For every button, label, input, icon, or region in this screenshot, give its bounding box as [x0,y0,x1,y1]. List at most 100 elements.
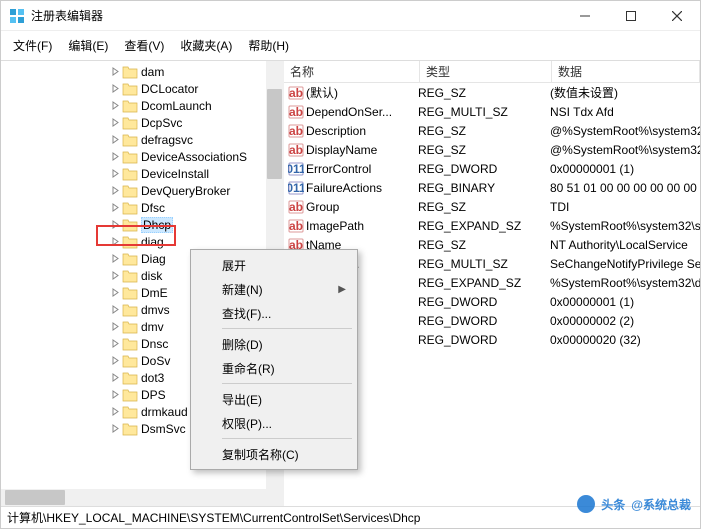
expand-icon[interactable] [109,133,122,146]
binary-icon: 011 [288,161,304,177]
tree-item-dfsc[interactable]: Dfsc [1,199,283,216]
maximize-button[interactable] [608,1,654,31]
expand-icon[interactable] [109,150,122,163]
expand-icon[interactable] [109,337,122,350]
ctx-展开[interactable]: 展开 [194,253,354,277]
ctx-权限p[interactable]: 权限(P)... [194,411,354,435]
value-row[interactable]: 011ErrorControlREG_DWORD0x00000001 (1) [284,159,700,178]
col-type[interactable]: 类型 [420,61,552,82]
tree-item-deviceassociations[interactable]: DeviceAssociationS [1,148,283,165]
value-type: REG_MULTI_SZ [414,257,546,271]
tree-label: DeviceInstall [141,167,209,181]
value-row[interactable]: ab(默认)REG_SZ(数值未设置) [284,83,700,102]
svg-text:ab: ab [289,143,303,157]
value-type: REG_MULTI_SZ [414,105,546,119]
vscroll-thumb[interactable] [267,89,282,179]
value-type: REG_DWORD [414,295,546,309]
folder-icon [122,388,138,402]
ctx-查找f[interactable]: 查找(F)... [194,301,354,325]
col-name[interactable]: 名称 [284,61,420,82]
expand-icon[interactable] [109,167,122,180]
folder-icon [122,133,138,147]
tree-hscroll[interactable] [1,489,283,506]
ctx-导出e[interactable]: 导出(E) [194,387,354,411]
tree-label: DPS [141,388,166,402]
expand-icon[interactable] [109,218,122,231]
expand-icon[interactable] [109,252,122,265]
tree-item-dhcp[interactable]: Dhcp [1,216,283,233]
value-row[interactable]: abDescriptionREG_SZ@%SystemRoot%\system3… [284,121,700,140]
tree-label: dmv [141,320,164,334]
expand-icon[interactable] [109,320,122,333]
expand-icon[interactable] [109,371,122,384]
menu-item[interactable]: 文件(F) [5,33,60,58]
expand-icon[interactable] [109,388,122,401]
tree-label: Dfsc [141,201,165,215]
expand-icon[interactable] [109,286,122,299]
menu-item[interactable]: 查看(V) [116,33,172,58]
tree-item-dclocator[interactable]: DCLocator [1,80,283,97]
expand-icon[interactable] [109,269,122,282]
tree-item-dcomlaunch[interactable]: DcomLaunch [1,97,283,114]
string-icon: ab [288,85,304,101]
binary-icon: 011 [288,180,304,196]
value-data: SeChangeNotifyPrivilege SeCre [546,257,700,271]
titlebar: 注册表编辑器 [1,1,700,31]
tree-item-defragsvc[interactable]: defragsvc [1,131,283,148]
minimize-button[interactable] [562,1,608,31]
folder-icon [122,99,138,113]
value-data: 0x00000002 (2) [546,314,700,328]
folder-icon [122,269,138,283]
close-button[interactable] [654,1,700,31]
value-row[interactable]: abGroupREG_SZTDI [284,197,700,216]
value-row[interactable]: abImagePathREG_EXPAND_SZ%SystemRoot%\sys… [284,216,700,235]
expand-icon[interactable] [109,99,122,112]
value-data: (数值未设置) [546,84,700,101]
menu-item[interactable]: 编辑(E) [60,33,116,58]
tree-item-dcpsvc[interactable]: DcpSvc [1,114,283,131]
ctx-删除d[interactable]: 删除(D) [194,332,354,356]
expand-icon[interactable] [109,354,122,367]
expand-icon[interactable] [109,65,122,78]
tree-item-diag[interactable]: diag [1,233,283,250]
ctx-新建n[interactable]: 新建(N)▶ [194,277,354,301]
value-data: @%SystemRoot%\system32\dh [546,124,700,138]
tree-label: Dhcp [141,217,173,233]
ctx-label: 复制项名称(C) [222,446,299,463]
expand-icon[interactable] [109,405,122,418]
menu-item[interactable]: 帮助(H) [240,33,297,58]
ctx-重命名r[interactable]: 重命名(R) [194,356,354,380]
tree-item-devquerybroker[interactable]: DevQueryBroker [1,182,283,199]
menu-item[interactable]: 收藏夹(A) [172,33,240,58]
tree-label: DcomLaunch [141,99,212,113]
folder-icon [122,337,138,351]
tree-item-dam[interactable]: dam [1,63,283,80]
string-icon: ab [288,199,304,215]
tree-item-deviceinstall[interactable]: DeviceInstall [1,165,283,182]
value-type: REG_BINARY [414,181,546,195]
expand-icon[interactable] [109,235,122,248]
expand-icon[interactable] [109,422,122,435]
folder-icon [122,252,138,266]
col-data[interactable]: 数据 [552,61,700,82]
expand-icon[interactable] [109,303,122,316]
value-row[interactable]: abDependOnSer...REG_MULTI_SZNSI Tdx Afd [284,102,700,121]
expand-icon[interactable] [109,201,122,214]
menu-separator [222,328,352,329]
tree-label: DCLocator [141,82,198,96]
menu-separator [222,383,352,384]
svg-text:011: 011 [288,181,304,195]
value-data: 0x00000001 (1) [546,295,700,309]
context-menu[interactable]: 展开新建(N)▶查找(F)... 删除(D)重命名(R) 导出(E)权限(P)...… [190,249,358,470]
value-row[interactable]: abDisplayNameREG_SZ@%SystemRoot%\system3… [284,140,700,159]
value-data: %SystemRoot%\system32\dhcp [546,276,700,290]
value-name: Description [306,124,366,138]
expand-icon[interactable] [109,116,122,129]
expand-icon[interactable] [109,82,122,95]
expand-icon[interactable] [109,184,122,197]
ctx-复制项名称c[interactable]: 复制项名称(C) [194,442,354,466]
value-type: REG_SZ [414,200,546,214]
hscroll-thumb[interactable] [5,490,65,505]
folder-icon [122,405,138,419]
value-row[interactable]: 011FailureActionsREG_BINARY80 51 01 00 0… [284,178,700,197]
